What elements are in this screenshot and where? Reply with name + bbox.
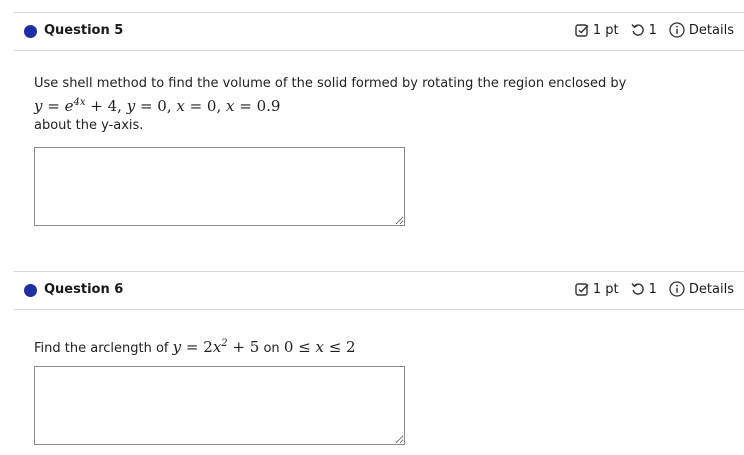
question-header-divider	[14, 309, 744, 310]
question-prompt: Find the arclength of y = 2x2 + 5 on 0 ≤…	[34, 334, 356, 358]
points-label: 1 pt	[592, 281, 619, 297]
retries-count: 1	[648, 281, 657, 297]
details-label: Details	[688, 22, 734, 38]
details-label: Details	[688, 281, 734, 297]
answer-field[interactable]	[34, 147, 405, 226]
question-prompt: Use shell method to find the volume of t…	[34, 74, 626, 135]
prompt-equation: y = e4x + 4, y = 0, x = 0, x = 0.9	[34, 97, 281, 115]
checkbox-pencil-icon	[575, 23, 589, 37]
question-title: Question 6	[44, 282, 124, 297]
details-button[interactable]: Details	[669, 281, 734, 297]
prompt-on-text: on	[263, 341, 280, 356]
question-meta: 1 pt 1 Details	[575, 281, 734, 297]
prompt-text: Find the arclength of	[34, 341, 169, 356]
question-title: Question 5	[44, 23, 124, 38]
points-label: 1 pt	[592, 22, 619, 38]
prompt-axis-text: about the y-axis.	[34, 118, 144, 133]
info-icon	[669, 22, 685, 38]
prompt-equation: y = 2x2 + 5	[172, 338, 260, 356]
question-status-dot	[24, 284, 37, 297]
question-status-dot	[24, 25, 37, 38]
question-6-header: Question 6 1 pt 1 Details	[14, 272, 744, 310]
info-icon	[669, 281, 685, 297]
question-5-header: Question 5 1 pt 1 Details	[14, 13, 744, 51]
answer-field[interactable]	[34, 366, 405, 445]
checkbox-pencil-icon	[575, 282, 589, 296]
question-header-divider	[14, 50, 744, 51]
retry-icon	[631, 282, 645, 296]
retry-icon	[631, 23, 645, 37]
prompt-interval: 0 ≤ x ≤ 2	[283, 338, 356, 356]
details-button[interactable]: Details	[669, 22, 734, 38]
retries-count: 1	[648, 22, 657, 38]
question-meta: 1 pt 1 Details	[575, 22, 734, 38]
prompt-text: Use shell method to find the volume of t…	[34, 76, 627, 91]
